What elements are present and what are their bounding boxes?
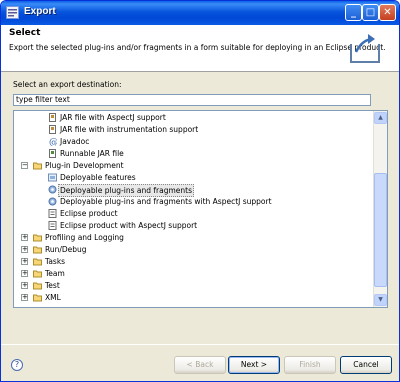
tree-scrollbar[interactable]: ▲ ▼ bbox=[373, 111, 387, 307]
tree-item-label: Profiling and Logging bbox=[45, 233, 124, 242]
chevron-down-icon: ▼ bbox=[378, 296, 383, 303]
page-title: Select bbox=[9, 28, 41, 38]
scroll-up-button[interactable]: ▲ bbox=[374, 112, 387, 124]
jar-file-icon bbox=[49, 113, 56, 122]
collapse-icon[interactable]: − bbox=[21, 162, 28, 169]
wizard-banner: Select Export the selected plug-ins and/… bbox=[1, 25, 399, 72]
tree-item-label: Team bbox=[45, 269, 65, 278]
maximize-icon: □ bbox=[365, 7, 376, 18]
tree-item-label: Test bbox=[45, 281, 60, 290]
svg-text:@: @ bbox=[49, 138, 57, 146]
jar-file-icon bbox=[49, 125, 56, 134]
expand-icon[interactable]: + bbox=[21, 258, 28, 265]
cancel-button[interactable]: Cancel bbox=[340, 356, 392, 374]
minimize-button[interactable]: _ bbox=[345, 4, 362, 21]
tree-item-label: JAR file with instrumentation support bbox=[60, 125, 199, 134]
filter-input[interactable]: type filter text bbox=[13, 94, 371, 106]
finish-button[interactable]: Finish bbox=[284, 356, 336, 374]
expand-icon[interactable]: + bbox=[21, 294, 28, 301]
tree-item-label: Deployable features bbox=[60, 173, 136, 182]
javadoc-icon: @ bbox=[49, 138, 57, 146]
destination-tree[interactable]: JAR file with AspectJ support JAR file w… bbox=[13, 110, 388, 308]
expand-icon[interactable]: + bbox=[21, 282, 28, 289]
folder-icon bbox=[33, 282, 42, 290]
maximize-button[interactable]: □ bbox=[362, 4, 379, 21]
window-title: Export bbox=[24, 6, 56, 17]
tree-item-label: XML bbox=[45, 293, 61, 302]
help-icon: ? bbox=[14, 360, 20, 369]
folder-icon bbox=[33, 270, 42, 278]
plugin-icon bbox=[48, 197, 57, 206]
help-button[interactable]: ? bbox=[11, 359, 23, 371]
tree-item[interactable]: Eclipse product with AspectJ support bbox=[14, 220, 372, 231]
expand-icon[interactable]: + bbox=[21, 246, 28, 253]
tree-item[interactable]: + XML bbox=[14, 292, 372, 303]
tree-item[interactable]: @ Javadoc bbox=[14, 136, 372, 147]
tree-item-label: Deployable plug-ins and fragments with A… bbox=[60, 197, 272, 206]
next-button[interactable]: Next > bbox=[228, 356, 280, 374]
eclipse-app-icon bbox=[6, 6, 19, 19]
plugin-icon bbox=[48, 185, 57, 194]
chevron-up-icon: ▲ bbox=[378, 114, 383, 121]
tree-item[interactable]: + Test bbox=[14, 280, 372, 291]
minimize-icon: _ bbox=[351, 7, 356, 18]
tree-item[interactable]: + Team bbox=[14, 268, 372, 279]
footer-divider bbox=[1, 344, 399, 345]
tree-item-label: Runnable JAR file bbox=[60, 149, 124, 158]
folder-icon bbox=[33, 258, 42, 266]
page-description: Export the selected plug-ins and/or frag… bbox=[9, 43, 386, 52]
tree-item-label: Javadoc bbox=[60, 137, 90, 146]
destination-label: Select an export destination: bbox=[13, 80, 122, 89]
tree-item[interactable]: JAR file with instrumentation support bbox=[14, 124, 372, 135]
tree-item-selected[interactable]: Deployable plug-ins and fragments bbox=[14, 184, 372, 197]
tree-item-label: Eclipse product with AspectJ support bbox=[60, 221, 198, 230]
expand-icon[interactable]: + bbox=[21, 234, 28, 241]
export-dialog: Export _ □ ✕ Select Export the selected … bbox=[0, 0, 400, 382]
feature-icon bbox=[48, 173, 57, 182]
folder-icon bbox=[33, 234, 42, 242]
tree-item-label: Eclipse product bbox=[60, 209, 118, 218]
folder-open-icon bbox=[33, 162, 42, 170]
title-bar[interactable]: Export _ □ ✕ bbox=[1, 1, 399, 25]
tree-item[interactable]: Runnable JAR file bbox=[14, 148, 372, 159]
tree-item[interactable]: Deployable plug-ins and fragments with A… bbox=[14, 196, 372, 207]
tree-item-label: Plug-in Development bbox=[45, 161, 124, 170]
close-icon: ✕ bbox=[383, 7, 392, 18]
expand-icon[interactable]: + bbox=[21, 270, 28, 277]
scroll-down-button[interactable]: ▼ bbox=[374, 294, 387, 306]
tree-item-label: Run/Debug bbox=[45, 245, 87, 254]
tree-item[interactable]: − Plug-in Development bbox=[14, 160, 372, 171]
folder-icon bbox=[33, 294, 42, 302]
tree-item[interactable]: Eclipse product bbox=[14, 208, 372, 219]
tree-item[interactable]: + Tasks bbox=[14, 256, 372, 267]
product-icon bbox=[48, 221, 57, 230]
tree-item-label: Tasks bbox=[45, 257, 66, 266]
tree-item-label: JAR file with AspectJ support bbox=[60, 113, 166, 122]
folder-icon bbox=[33, 246, 42, 254]
tree-item[interactable]: Deployable features bbox=[14, 172, 372, 183]
tree-item[interactable]: + Run/Debug bbox=[14, 244, 372, 255]
close-button[interactable]: ✕ bbox=[379, 4, 396, 21]
product-icon bbox=[48, 209, 57, 218]
export-wizard-icon bbox=[350, 34, 380, 63]
scrollbar-thumb[interactable] bbox=[374, 173, 387, 287]
tree-item[interactable]: + Profiling and Logging bbox=[14, 232, 372, 243]
jar-file-icon bbox=[49, 149, 56, 158]
back-button[interactable]: < Back bbox=[174, 356, 226, 374]
tree-item[interactable]: JAR file with AspectJ support bbox=[14, 112, 372, 123]
